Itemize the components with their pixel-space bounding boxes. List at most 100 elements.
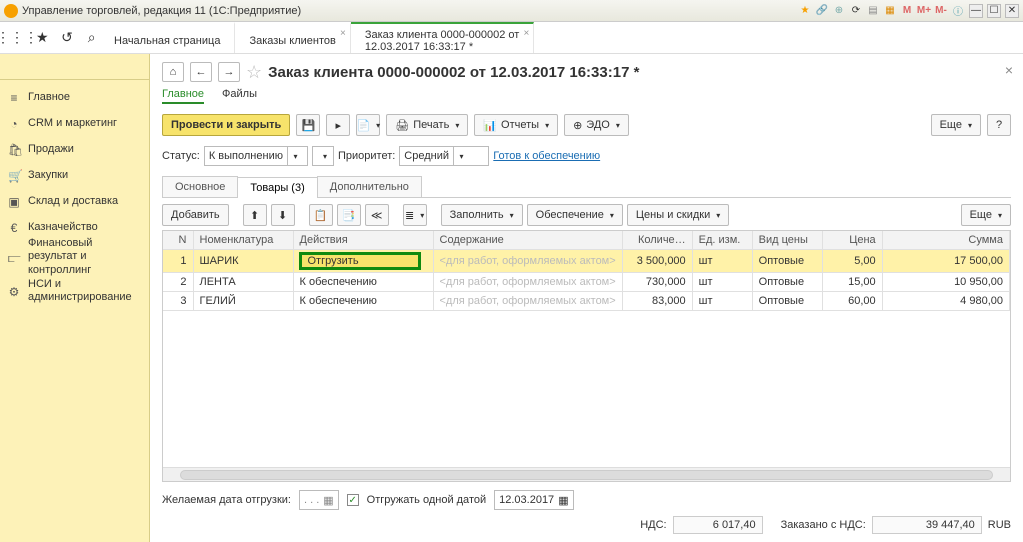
save-button[interactable]: 💾 bbox=[296, 114, 320, 136]
loop-icon[interactable]: ⟳ bbox=[849, 4, 863, 18]
cell-nom: ЛЕНТА bbox=[193, 273, 293, 292]
supply-link[interactable]: Готов к обеспечению bbox=[493, 150, 600, 162]
link-icon[interactable]: 🔗 bbox=[815, 4, 829, 18]
calendar-icon[interactable]: ▦ bbox=[558, 494, 568, 507]
table-hscrollbar[interactable] bbox=[163, 467, 1010, 481]
sidebar-item-treasury[interactable]: € Казначейство bbox=[0, 214, 149, 240]
close-button[interactable]: ✕ bbox=[1005, 4, 1019, 18]
ship-one-date-input[interactable]: 12.03.2017 ▦ bbox=[494, 490, 573, 510]
chevron-down-icon[interactable]: ▾ bbox=[453, 147, 469, 165]
info-icon[interactable] bbox=[951, 4, 965, 18]
col-nom[interactable]: Номенклатура bbox=[193, 231, 293, 250]
share-button[interactable]: ≪ bbox=[365, 204, 389, 226]
tab-order-detail[interactable]: Заказ клиента 0000-000002 от 12.03.2017 … bbox=[351, 22, 535, 53]
history-icon[interactable]: ↺ bbox=[59, 29, 76, 47]
mplus-icon[interactable]: M+ bbox=[917, 4, 931, 18]
table-row[interactable]: 3ГЕЛИЙК обеспечению<для работ, оформляем… bbox=[163, 292, 1010, 311]
tab-start[interactable]: Начальная страница bbox=[100, 22, 235, 53]
globe-icon[interactable] bbox=[832, 4, 846, 18]
bag-icon: 🛍 bbox=[8, 143, 20, 155]
col-price[interactable]: Цена bbox=[822, 231, 882, 250]
priority-select[interactable]: Средний ▾ bbox=[399, 146, 489, 166]
table-row[interactable]: 1ШАРИКОтгрузить<для работ, оформляемых а… bbox=[163, 250, 1010, 273]
create-from-button[interactable]: 📄▾ bbox=[356, 114, 380, 136]
ship-date-input[interactable]: . . . ▦ bbox=[299, 490, 339, 510]
calendar-icon[interactable]: ▦ bbox=[323, 494, 333, 507]
subtab-main[interactable]: Главное bbox=[162, 88, 204, 104]
favorite-icon[interactable] bbox=[798, 4, 812, 18]
sidebar-item-crm[interactable]: ◔ CRM и маркетинг bbox=[0, 110, 149, 136]
col-qty[interactable]: Количе… bbox=[622, 231, 692, 250]
cell-act[interactable]: Отгрузить bbox=[293, 250, 433, 273]
sidebar-item-finresult[interactable]: ⫍ Финансовый результат и контроллинг bbox=[0, 240, 149, 274]
sidebar: ≡ Главное ◔ CRM и маркетинг 🛍 Продажи 🛒 … bbox=[0, 54, 150, 542]
tab-orders-close-icon[interactable]: × bbox=[340, 28, 346, 39]
search-icon[interactable]: ⌕ bbox=[83, 29, 100, 47]
fill-button[interactable]: Заполнить▾ bbox=[441, 204, 523, 226]
ship-one-checkbox[interactable]: ✓ bbox=[347, 494, 359, 506]
list-button[interactable]: ≣▾ bbox=[403, 204, 427, 226]
cell-price: 15,00 bbox=[822, 273, 882, 292]
table-row[interactable]: 2ЛЕНТАК обеспечению<для работ, оформляем… bbox=[163, 273, 1010, 292]
ship-one-date-value: 12.03.2017 bbox=[499, 494, 554, 506]
back-button[interactable]: ← bbox=[190, 62, 212, 82]
action-cell-highlight[interactable]: Отгрузить bbox=[300, 253, 420, 269]
total-label: Заказано с НДС: bbox=[781, 519, 866, 531]
col-n[interactable]: N bbox=[163, 231, 193, 250]
edo-button[interactable]: ⊕ ЭДО▾ bbox=[564, 114, 629, 136]
print-button[interactable]: 🖨 Печать▾ bbox=[386, 114, 468, 136]
sidebar-label: Склад и доставка bbox=[28, 195, 118, 207]
sidebar-item-main[interactable]: ≡ Главное bbox=[0, 84, 149, 110]
sidebar-item-purchase[interactable]: 🛒 Закупки bbox=[0, 162, 149, 188]
table-more-button[interactable]: Еще▾ bbox=[961, 204, 1011, 226]
forward-button[interactable]: → bbox=[218, 62, 240, 82]
mminus-icon[interactable]: M- bbox=[934, 4, 948, 18]
boxes-icon: ▣ bbox=[8, 195, 20, 207]
status-select[interactable]: К выполнению ▾ bbox=[204, 146, 308, 166]
sidebar-item-sales[interactable]: 🛍 Продажи bbox=[0, 136, 149, 162]
cell-act[interactable]: К обеспечению bbox=[293, 292, 433, 311]
priority-value: Средний bbox=[404, 150, 449, 162]
sidebar-item-nsi[interactable]: ⚙ НСИ и администрирование bbox=[0, 274, 149, 308]
cell-price: 60,00 bbox=[822, 292, 882, 311]
grid-icon[interactable] bbox=[866, 4, 880, 18]
chevron-down-icon[interactable]: ▾ bbox=[287, 147, 303, 165]
m-icon[interactable]: M bbox=[900, 4, 914, 18]
content-close-icon[interactable]: × bbox=[1005, 62, 1013, 78]
status-extra-button[interactable]: ▾ bbox=[317, 147, 333, 165]
sidebar-item-warehouse[interactable]: ▣ Склад и доставка bbox=[0, 188, 149, 214]
paste-button[interactable]: 📑 bbox=[337, 204, 361, 226]
col-act[interactable]: Действия bbox=[293, 231, 433, 250]
star-icon[interactable]: ★ bbox=[34, 29, 51, 47]
reports-button[interactable]: 📊 Отчеты▾ bbox=[474, 114, 558, 136]
post-button[interactable]: ▸ bbox=[326, 114, 350, 136]
col-pricetype[interactable]: Вид цены bbox=[752, 231, 822, 250]
more-button[interactable]: Еще▾ bbox=[931, 114, 981, 136]
col-content[interactable]: Содержание bbox=[433, 231, 622, 250]
move-down-button[interactable]: ⬇ bbox=[271, 204, 295, 226]
add-row-button[interactable]: Добавить bbox=[162, 204, 229, 226]
col-sum[interactable]: Сумма bbox=[882, 231, 1009, 250]
help-button[interactable]: ? bbox=[987, 114, 1011, 136]
post-and-close-button[interactable]: Провести и закрыть bbox=[162, 114, 290, 136]
calc-icon[interactable] bbox=[883, 4, 897, 18]
tab-order-line2: 12.03.2017 16:33:17 * bbox=[365, 41, 520, 53]
inner-tab-extra[interactable]: Дополнительно bbox=[317, 176, 422, 197]
col-uom[interactable]: Ед. изм. bbox=[692, 231, 752, 250]
apps-icon[interactable]: ⋮⋮⋮ bbox=[8, 29, 26, 47]
home-button[interactable]: ⌂ bbox=[162, 62, 184, 82]
prices-button[interactable]: Цены и скидки▾ bbox=[627, 204, 729, 226]
supply-button[interactable]: Обеспечение▾ bbox=[527, 204, 623, 226]
favorite-button[interactable]: ☆ bbox=[246, 62, 262, 82]
inner-tab-main[interactable]: Основное bbox=[162, 176, 238, 197]
maximize-button[interactable]: ☐ bbox=[987, 4, 1001, 18]
minimize-button[interactable]: — bbox=[969, 4, 983, 18]
inner-tab-goods[interactable]: Товары (3) bbox=[237, 177, 317, 198]
tab-orders[interactable]: Заказы клиентов × bbox=[235, 22, 350, 53]
move-up-button[interactable]: ⬆ bbox=[243, 204, 267, 226]
tab-order-close-icon[interactable]: × bbox=[523, 28, 529, 39]
pie-icon: ◔ bbox=[8, 117, 20, 129]
cell-act[interactable]: К обеспечению bbox=[293, 273, 433, 292]
copy-button[interactable]: 📋 bbox=[309, 204, 333, 226]
subtab-files[interactable]: Файлы bbox=[222, 88, 257, 104]
